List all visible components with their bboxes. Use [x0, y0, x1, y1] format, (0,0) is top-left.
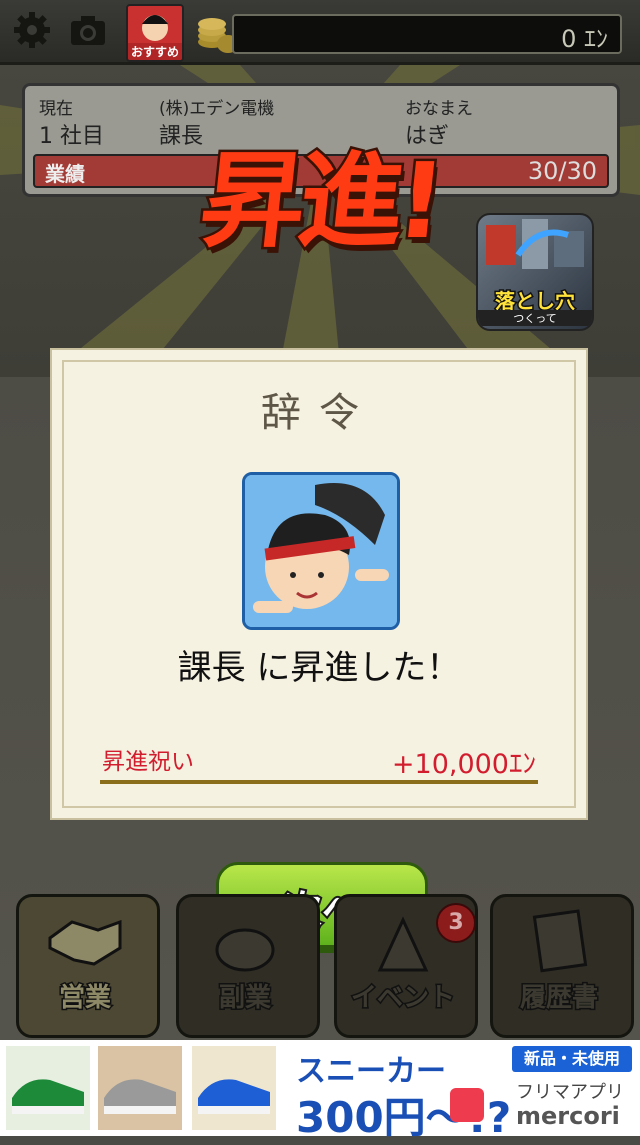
ad-tag: 新品・未使用	[512, 1046, 632, 1072]
menu-sales-label: 営業	[57, 982, 112, 1015]
menu-sidejob-label: 副業	[217, 982, 272, 1015]
current-label: 現在	[39, 99, 73, 119]
name-label: おなまえ	[405, 99, 473, 119]
certificate-title: 辞令	[261, 390, 377, 436]
menu-sales-button[interactable]: 営業	[16, 894, 160, 1038]
achievement-label: 業績	[45, 162, 85, 186]
sneaker-gray-image	[98, 1046, 182, 1130]
ad-brand: mercori	[516, 1102, 620, 1130]
yen-balance-display: 0 ｴﾝ	[232, 14, 622, 54]
document-icon	[532, 909, 588, 973]
character-image	[245, 475, 397, 627]
sneaker-green-image	[6, 1046, 90, 1130]
company-days: 1 社目	[39, 124, 104, 149]
menu-resume-label: 履歴書	[518, 982, 599, 1015]
ad-tile[interactable]: 落とし穴 つくって	[476, 213, 594, 331]
party-icon	[377, 916, 429, 972]
gear-icon[interactable]	[12, 10, 52, 50]
promotion-certificate-dialog: 辞令 課長 に昇進した！ 昇進祝い +10,000ｴﾝ	[50, 348, 588, 820]
yen-balance: 0 ｴﾝ	[561, 25, 608, 53]
mercari-logo-icon	[450, 1088, 484, 1122]
promotion-banner: 昇進!	[170, 126, 470, 276]
bonus-label: 昇進祝い	[102, 749, 194, 775]
bonus-value: +10,000ｴﾝ	[391, 749, 536, 780]
promotion-banner-text: 昇進!	[192, 138, 447, 265]
camera-icon[interactable]	[68, 10, 108, 50]
character-portrait	[242, 472, 400, 630]
company-name: (株)エデン電機	[159, 99, 275, 119]
ad-tile-sub: つくって	[478, 310, 592, 326]
bonus-underline	[100, 780, 538, 784]
sneaker-blue-image	[192, 1046, 276, 1130]
recommend-label: おすすめ	[128, 43, 182, 60]
event-badge: 3	[436, 903, 476, 943]
ad-app: フリマアプリ	[516, 1082, 624, 1103]
ad-banner[interactable]: スニーカー 300円〜!? 新品・未使用 フリマアプリ mercori	[0, 1040, 640, 1142]
menu-resume-button[interactable]: 履歴書	[490, 894, 634, 1038]
promotion-message: 課長 に昇進した！	[177, 648, 461, 688]
menu-sidejob-button[interactable]: 副業	[176, 894, 320, 1038]
pot-icon	[215, 928, 275, 972]
city-icon	[486, 219, 584, 269]
handshake-icon	[48, 919, 122, 966]
recommend-button[interactable]: おすすめ	[126, 4, 184, 62]
avatar	[128, 6, 182, 46]
top-bar: おすすめ 0 ｴﾝ	[0, 0, 640, 65]
menu-event-label: イベント	[349, 982, 456, 1015]
achievement-value: 30/30	[527, 157, 597, 185]
